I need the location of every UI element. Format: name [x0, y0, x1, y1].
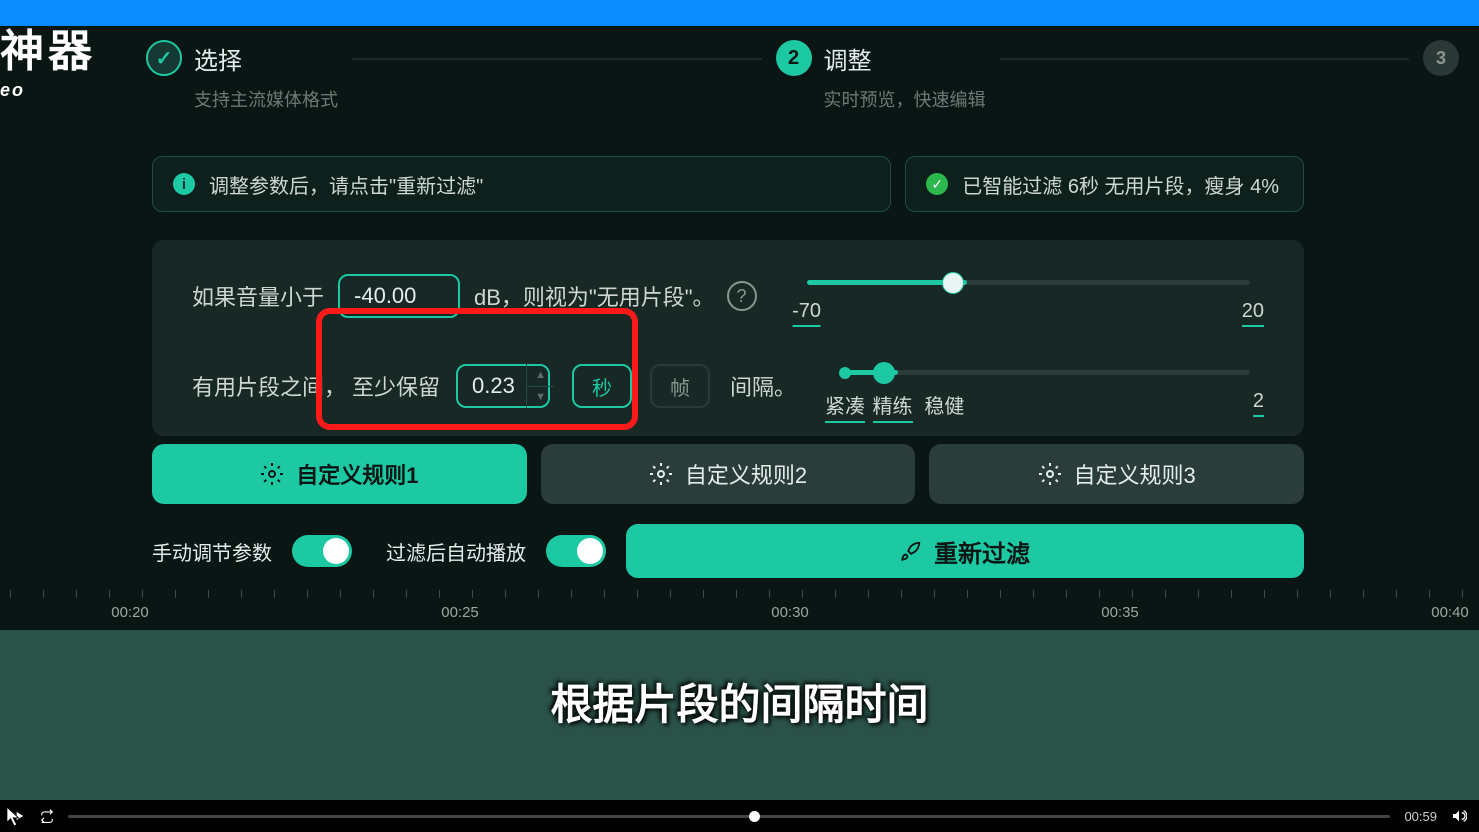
preset-compact[interactable]: 紧凑: [825, 390, 865, 423]
rocket-icon: [900, 540, 922, 562]
timeline-ruler[interactable]: // ticks drawn after data load below 00:…: [0, 590, 1479, 630]
gap-keep-row: 有用片段之间， 至少保留 ▲▼ 秒 帧 间隔。 紧凑 精练 稳健 2: [192, 362, 1264, 410]
unit-frames-button[interactable]: 帧: [650, 364, 710, 408]
step-1-title: 选择: [194, 41, 242, 76]
spin-down[interactable]: ▼: [527, 386, 554, 409]
step-1[interactable]: ✓ 选择 支持主流媒体格式: [146, 40, 338, 112]
player-time: 00:59: [1404, 809, 1437, 824]
info-text: 调整参数后，请点击"重新过滤": [209, 170, 483, 199]
rule-2-tab[interactable]: 自定义规则2: [541, 444, 916, 504]
refilter-button[interactable]: 重新过滤: [626, 524, 1304, 578]
help-icon[interactable]: ?: [727, 281, 757, 311]
manual-toggle-label: 手动调节参数: [152, 537, 272, 566]
gear-icon: [260, 462, 284, 486]
seek-bar[interactable]: [68, 815, 1390, 818]
stepper: ✓ 选择 支持主流媒体格式 2 调整 实时预览，快速编辑 3: [146, 40, 1459, 112]
success-banner: ✓ 已智能过滤 6秒 无用片段，瘦身 4%: [905, 156, 1304, 212]
preset-robust[interactable]: 稳健: [924, 390, 964, 419]
db-input[interactable]: [338, 274, 460, 318]
gear-icon: [1038, 462, 1062, 486]
step-2-sub: 实时预览，快速编辑: [824, 86, 986, 112]
autoplay-toggle-label: 过滤后自动播放: [386, 537, 526, 566]
unit-seconds-button[interactable]: 秒: [572, 364, 632, 408]
manual-toggle[interactable]: [292, 535, 352, 567]
rule-3-tab[interactable]: 自定义规则3: [929, 444, 1304, 504]
step-1-sub: 支持主流媒体格式: [194, 86, 338, 112]
autoplay-toggle[interactable]: [546, 535, 606, 567]
db-slider[interactable]: -70 20: [793, 272, 1264, 320]
slider-min: -70: [792, 300, 821, 327]
spin-up[interactable]: ▲: [527, 364, 554, 386]
label: 间隔。: [730, 370, 796, 402]
volume-threshold-row: 如果音量小于 dB，则视为"无用片段"。 ? -70 20: [192, 272, 1264, 320]
video-player-bar: 00:59: [0, 800, 1479, 832]
label: 至少保留: [352, 370, 440, 402]
label: dB，则视为"无用片段"。: [474, 280, 715, 312]
step-connector: [352, 58, 762, 60]
step-2-title: 调整: [824, 41, 872, 76]
video-subtitle: 根据片段的间隔时间: [550, 671, 928, 732]
preset-refined[interactable]: 精练: [873, 390, 913, 423]
settings-panel: 如果音量小于 dB，则视为"无用片段"。 ? -70 20 有用片段之间， 至少…: [152, 240, 1304, 436]
app-logo: 神器 eo: [0, 30, 140, 101]
mouse-cursor-icon: [6, 806, 24, 828]
step-2-num: 2: [776, 40, 812, 76]
label: 如果音量小于: [192, 280, 324, 312]
gap-slider[interactable]: 紧凑 精练 稳健 2: [832, 362, 1264, 410]
rule-1-tab[interactable]: 自定义规则1: [152, 444, 527, 504]
spinner[interactable]: ▲▼: [526, 364, 554, 408]
window-titlebar: [0, 0, 1479, 26]
info-icon: i: [173, 173, 195, 195]
slider-max: 2: [1253, 390, 1264, 417]
gear-icon: [649, 462, 673, 486]
step-connector: [1000, 58, 1410, 60]
loop-button[interactable]: [40, 809, 54, 823]
check-icon: ✓: [146, 40, 182, 76]
step-2[interactable]: 2 调整 实时预览，快速编辑: [776, 40, 986, 112]
info-banner: i 调整参数后，请点击"重新过滤": [152, 156, 891, 212]
success-text: 已智能过滤 6秒 无用片段，瘦身 4%: [962, 170, 1279, 199]
label: 有用片段之间，: [192, 370, 346, 402]
rule-tabs: 自定义规则1 自定义规则2 自定义规则3: [152, 444, 1304, 504]
step-3[interactable]: 3: [1423, 40, 1459, 76]
slider-max: 20: [1242, 300, 1264, 327]
volume-button[interactable]: [1451, 808, 1467, 824]
check-circle-icon: ✓: [926, 173, 948, 195]
